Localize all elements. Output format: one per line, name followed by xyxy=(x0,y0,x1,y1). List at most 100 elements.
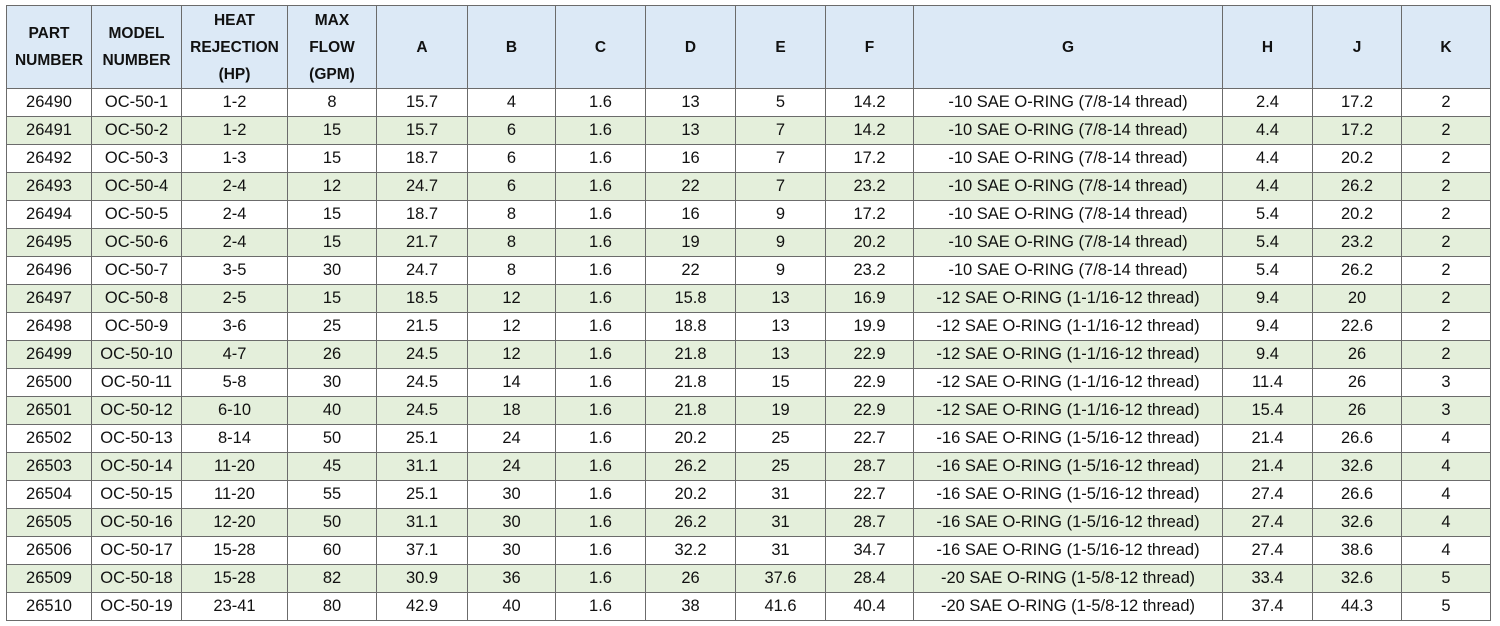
cell-g: -16 SAE O-RING (1-5/16-12 thread) xyxy=(913,480,1223,509)
cell-e: 19 xyxy=(735,396,826,425)
cell-b: 30 xyxy=(467,480,556,509)
cell-f: 22.9 xyxy=(825,368,914,397)
cell-model-number: OC-50-12 xyxy=(91,396,182,425)
column-header-text: C xyxy=(594,38,607,56)
cell-f: 16.9 xyxy=(825,284,914,313)
column-header-text: NUMBER xyxy=(14,52,84,69)
table-row: 26505 OC-50-16 12-20 50 31.1 30 1.6 26.2 31 28.7-… xyxy=(6,508,1491,537)
cell-heat-rejection: 3-5 xyxy=(181,256,288,285)
cell-f: 17.2 xyxy=(825,200,914,229)
cell-f: 19.9 xyxy=(825,312,914,341)
cell-heat-rejection: 11-20 xyxy=(181,480,288,509)
cell-heat-rejection: 5-8 xyxy=(181,368,288,397)
cell-b: 4 xyxy=(467,88,556,117)
cell-c: 1.6 xyxy=(555,424,646,453)
cell-b: 6 xyxy=(467,172,556,201)
cell-c: 1.6 xyxy=(555,592,646,621)
cell-j: 17.2 xyxy=(1312,116,1402,145)
cell-a: 30.9 xyxy=(376,564,468,593)
cell-heat-rejection: 23-41 xyxy=(181,592,288,621)
cell-f: 28.7 xyxy=(825,508,914,537)
cell-e: 31 xyxy=(735,480,826,509)
cell-part-number: 26506 xyxy=(6,536,92,565)
cell-f: 14.2 xyxy=(825,88,914,117)
cell-c: 1.6 xyxy=(555,368,646,397)
cell-e: 5 xyxy=(735,88,826,117)
cell-j: 17.2 xyxy=(1312,88,1402,117)
cell-part-number: 26495 xyxy=(6,228,92,257)
cell-a: 25.1 xyxy=(376,480,468,509)
cell-max-flow: 82 xyxy=(287,564,377,593)
cell-h: 27.4 xyxy=(1222,536,1313,565)
column-header-c: C xyxy=(555,5,646,89)
cell-max-flow: 40 xyxy=(287,396,377,425)
cell-h: 2.4 xyxy=(1222,88,1313,117)
cell-k: 2 xyxy=(1401,312,1491,341)
cell-h: 11.4 xyxy=(1222,368,1313,397)
cell-f: 34.7 xyxy=(825,536,914,565)
cell-part-number: 26499 xyxy=(6,340,92,369)
cell-e: 31 xyxy=(735,508,826,537)
cell-heat-rejection: 2-4 xyxy=(181,228,288,257)
cell-heat-rejection: 1-3 xyxy=(181,144,288,173)
cell-part-number: 26503 xyxy=(6,452,92,481)
column-header-text: MODEL xyxy=(108,25,165,42)
cell-d: 13 xyxy=(645,88,736,117)
cell-model-number: OC-50-2 xyxy=(91,116,182,145)
cell-g: -10 SAE O-RING (7/8-14 thread) xyxy=(913,144,1223,173)
cell-h: 4.4 xyxy=(1222,144,1313,173)
cell-g: -16 SAE O-RING (1-5/16-12 thread) xyxy=(913,424,1223,453)
cell-e: 9 xyxy=(735,200,826,229)
column-header-heat-rejection: HEAT REJECTION (HP) xyxy=(181,5,288,89)
cell-d: 15.8 xyxy=(645,284,736,313)
cell-part-number: 26492 xyxy=(6,144,92,173)
cell-c: 1.6 xyxy=(555,312,646,341)
cell-j: 26 xyxy=(1312,340,1402,369)
cell-e: 13 xyxy=(735,284,826,313)
cell-d: 22 xyxy=(645,256,736,285)
cell-model-number: OC-50-4 xyxy=(91,172,182,201)
cell-part-number: 26493 xyxy=(6,172,92,201)
cell-j: 20.2 xyxy=(1312,200,1402,229)
cell-part-number: 26491 xyxy=(6,116,92,145)
cell-model-number: OC-50-13 xyxy=(91,424,182,453)
cell-part-number: 26510 xyxy=(6,592,92,621)
cell-c: 1.6 xyxy=(555,172,646,201)
cell-max-flow: 55 xyxy=(287,480,377,509)
table-header: PART NUMBER MODEL NUMBER HEAT REJECTION (HP) MA… xyxy=(6,5,1491,89)
cell-d: 26 xyxy=(645,564,736,593)
cell-j: 32.6 xyxy=(1312,452,1402,481)
cell-g: -16 SAE O-RING (1-5/16-12 thread) xyxy=(913,536,1223,565)
cell-max-flow: 50 xyxy=(287,424,377,453)
cell-heat-rejection: 11-20 xyxy=(181,452,288,481)
cell-model-number: OC-50-9 xyxy=(91,312,182,341)
cell-h: 5.4 xyxy=(1222,256,1313,285)
cell-a: 24.5 xyxy=(376,340,468,369)
cell-model-number: OC-50-5 xyxy=(91,200,182,229)
cell-d: 13 xyxy=(645,116,736,145)
cell-j: 32.6 xyxy=(1312,508,1402,537)
cell-d: 19 xyxy=(645,228,736,257)
cell-f: 22.9 xyxy=(825,396,914,425)
cell-max-flow: 12 xyxy=(287,172,377,201)
table-row: 26491 OC-50-2 1-2 15 15.7 6 1.6 13 7 14.2 -10 SAE … xyxy=(6,116,1491,145)
cell-j: 32.6 xyxy=(1312,564,1402,593)
cell-max-flow: 60 xyxy=(287,536,377,565)
column-header-text: NUMBER xyxy=(102,52,171,69)
cell-b: 14 xyxy=(467,368,556,397)
cell-a: 24.7 xyxy=(376,172,468,201)
cell-d: 18.8 xyxy=(645,312,736,341)
cell-max-flow: 30 xyxy=(287,256,377,285)
cell-f: 22.7 xyxy=(825,480,914,509)
cell-heat-rejection: 2-5 xyxy=(181,284,288,313)
cell-g: -10 SAE O-RING (7/8-14 thread) xyxy=(913,116,1223,145)
cell-heat-rejection: 12-20 xyxy=(181,508,288,537)
cell-k: 2 xyxy=(1401,284,1491,313)
table-body: 26490 OC-50-1 1-2 8 15.7 4 1.6 13 5 14.2 -10 SAE O… xyxy=(6,88,1491,621)
cell-h: 27.4 xyxy=(1222,480,1313,509)
cell-e: 13 xyxy=(735,340,826,369)
cell-d: 20.2 xyxy=(645,480,736,509)
column-header-text: B xyxy=(505,38,518,56)
cell-e: 9 xyxy=(735,228,826,257)
table-row: 26494 OC-50-5 2-4 15 18.7 8 1.6 16 9 17.2 -10 SAE … xyxy=(6,200,1491,229)
